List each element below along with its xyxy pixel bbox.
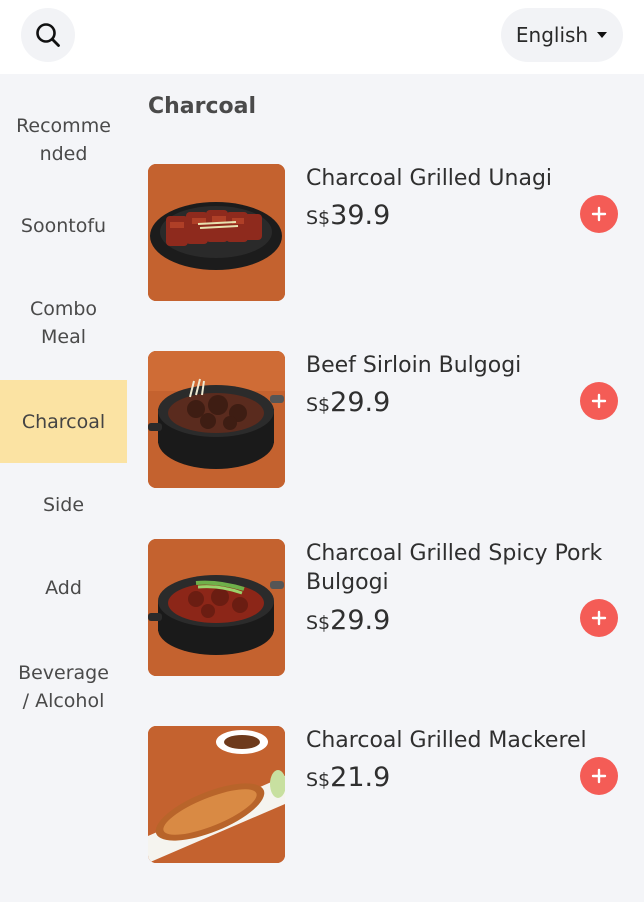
plus-icon — [591, 768, 607, 784]
dish-name: Charcoal Grilled Mackerel — [306, 728, 587, 753]
dish-photo-beef-bulgogi[interactable] — [148, 351, 285, 488]
dish-photo-spicy-pork-bulgogi[interactable] — [148, 539, 285, 676]
menu-list: Charcoal Charcoal Grilled Unagi S$39.9 B… — [127, 74, 644, 902]
dish-photo-unagi[interactable] — [148, 164, 285, 301]
dish-card[interactable]: Charcoal Grilled Mackerel S$21.9 — [148, 726, 623, 863]
dish-price: S$21.9 — [306, 762, 390, 793]
section-title: Charcoal — [148, 94, 257, 119]
plus-icon — [591, 393, 607, 409]
add-to-cart-button[interactable] — [580, 757, 618, 795]
dish-name: Charcoal Grilled Unagi — [306, 166, 553, 191]
dish-card[interactable]: Charcoal Grilled Spicy Pork Bulgogi S$29… — [148, 539, 623, 676]
search-button[interactable] — [21, 8, 75, 62]
language-label: English — [515, 23, 589, 47]
plus-icon — [591, 610, 607, 626]
plus-icon — [591, 206, 607, 222]
sidebar-item-beverage-alcohol[interactable]: Beverage / Alcohol — [0, 632, 127, 742]
currency-symbol: S$ — [306, 769, 331, 791]
language-selector[interactable]: English — [501, 8, 623, 62]
sidebar-item-recommended[interactable]: Recomme nded — [0, 96, 127, 184]
top-bar: English — [0, 0, 644, 74]
currency-symbol: S$ — [306, 612, 331, 634]
price-value: 21.9 — [330, 762, 391, 793]
currency-symbol: S$ — [306, 207, 331, 229]
currency-symbol: S$ — [306, 394, 331, 416]
category-sidebar: Recomme nded Soontofu Combo Meal Charcoa… — [0, 74, 127, 902]
add-to-cart-button[interactable] — [580, 599, 618, 637]
add-to-cart-button[interactable] — [580, 195, 618, 233]
price-value: 29.9 — [330, 387, 391, 418]
price-value: 29.9 — [330, 605, 391, 636]
sidebar-item-charcoal[interactable]: Charcoal — [0, 380, 127, 463]
search-icon — [36, 23, 60, 47]
sidebar-item-soontofu[interactable]: Soontofu — [0, 184, 127, 267]
dish-card[interactable]: Charcoal Grilled Unagi S$39.9 — [148, 164, 623, 301]
add-to-cart-button[interactable] — [580, 382, 618, 420]
caret-down-icon — [597, 32, 608, 38]
sidebar-item-side[interactable]: Side — [0, 463, 127, 546]
sidebar-item-combo-meal[interactable]: Combo Meal — [0, 267, 127, 379]
dish-card[interactable]: Beef Sirloin Bulgogi S$29.9 — [148, 351, 623, 488]
dish-price: S$29.9 — [306, 387, 390, 418]
price-value: 39.9 — [330, 200, 391, 231]
dish-name: Charcoal Grilled Spicy Pork Bulgogi — [306, 541, 603, 595]
dish-price: S$29.9 — [306, 605, 390, 636]
dish-name: Beef Sirloin Bulgogi — [306, 353, 522, 378]
dish-photo-mackerel[interactable] — [148, 726, 285, 863]
dish-price: S$39.9 — [306, 200, 390, 231]
sidebar-item-add[interactable]: Add — [0, 546, 127, 629]
